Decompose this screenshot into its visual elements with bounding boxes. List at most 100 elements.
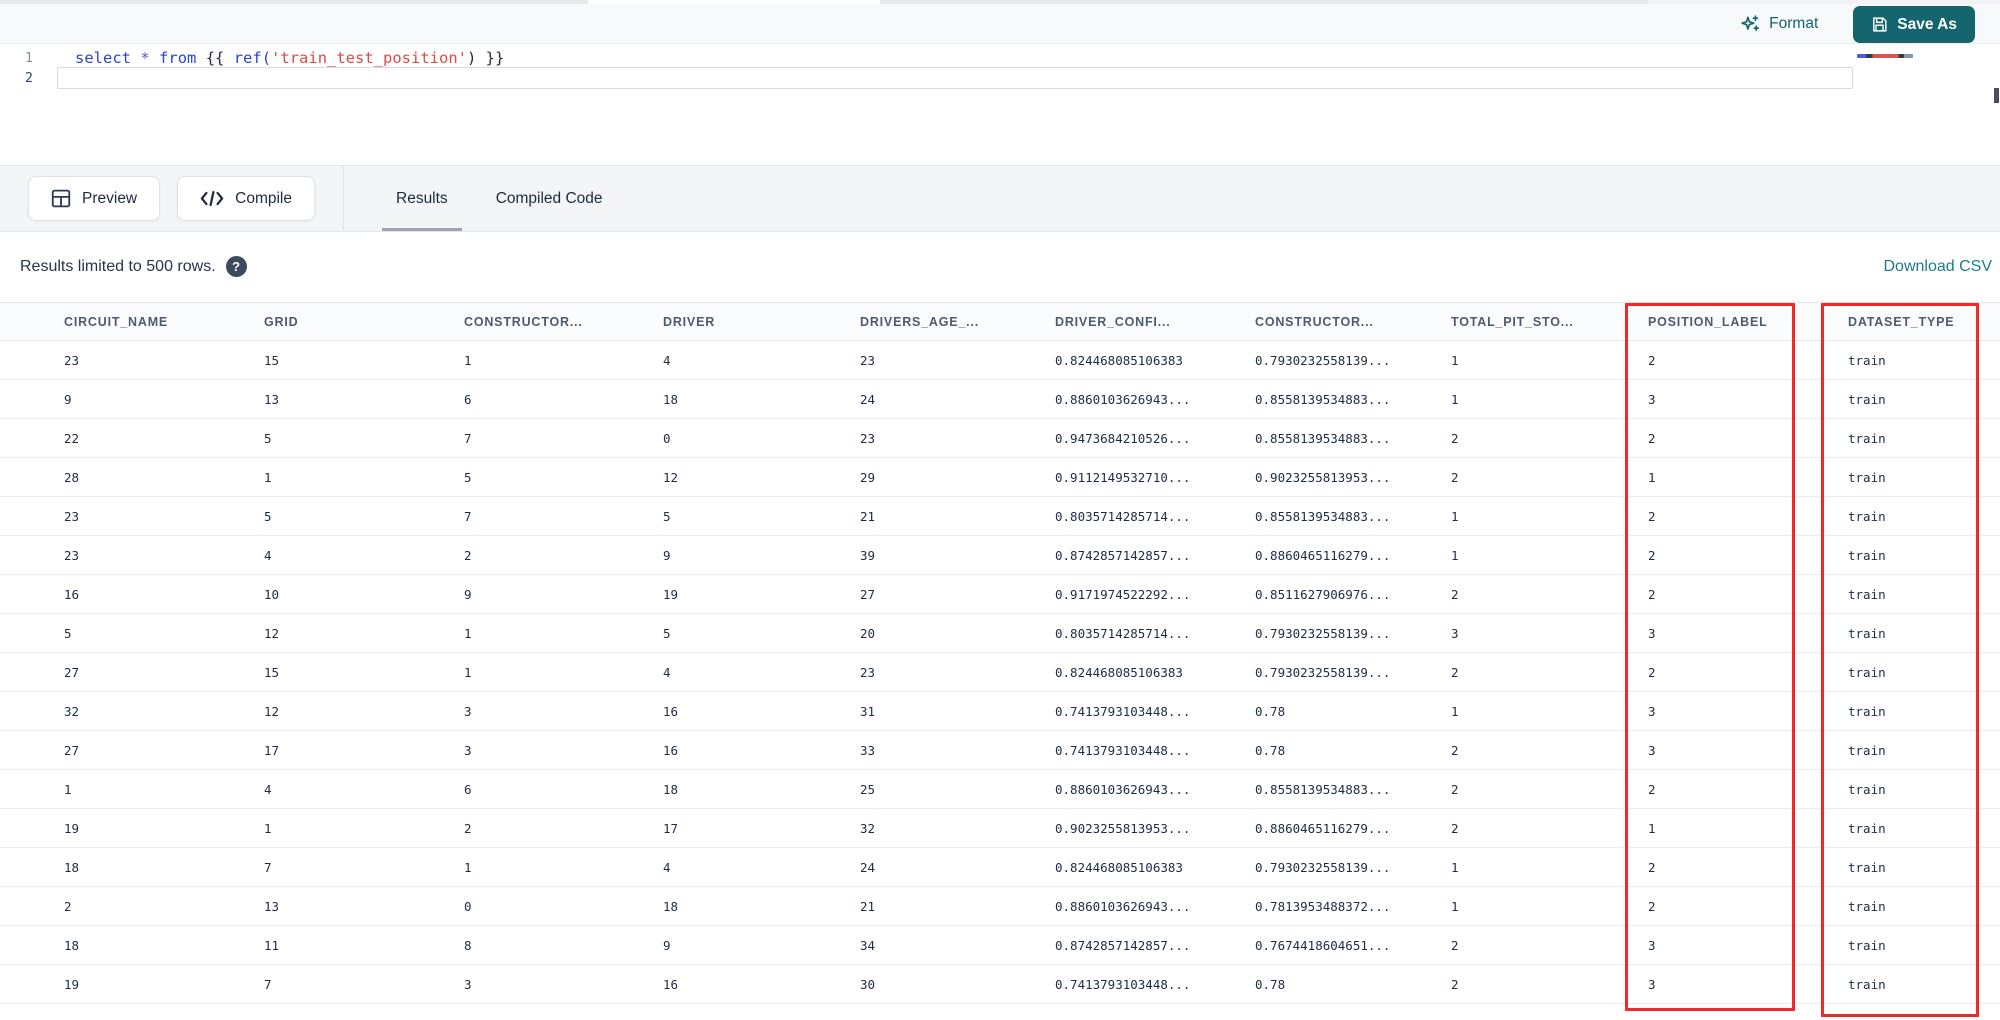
table-cell: 2 (1648, 508, 1656, 524)
table-cell: 19 (663, 586, 679, 602)
table-cell: 2 (1648, 859, 1656, 875)
table-cell: 0.78 (1255, 703, 1286, 719)
column-header: CIRCUIT_NAME (64, 314, 169, 329)
table-cell: 0.8742857142857... (1055, 937, 1191, 953)
table-cell: 1 (1451, 391, 1459, 407)
code-line: select * from {{ ref('train_test_positio… (75, 48, 504, 68)
table-cell: 0.824468085106383 (1055, 352, 1183, 368)
tab-compiled-code-label: Compiled Code (495, 189, 603, 207)
table-cell: train (1848, 820, 1886, 836)
table-cell: train (1848, 898, 1886, 914)
table-cell: 18 (64, 937, 80, 953)
table-cell: 27 (64, 664, 80, 680)
table-cell: 39 (860, 547, 876, 563)
table-row: 22 5 7 0 23 0.9473684210526... 0.8558139534883… (0, 419, 2000, 458)
table-cell: train (1848, 703, 1886, 719)
table-cell: 0.8558139534883... (1255, 508, 1391, 524)
table-cell: 9 (663, 937, 671, 953)
table-cell: train (1848, 469, 1886, 485)
table-cell: train (1848, 352, 1886, 368)
table-cell: 32 (860, 820, 876, 836)
tab-compiled-code[interactable]: Compiled Code (472, 166, 627, 231)
table-cell: 1 (64, 781, 72, 797)
compile-button[interactable]: Compile (177, 176, 315, 221)
format-button[interactable]: Format (1740, 14, 1818, 34)
table-cell: 0.8035714285714... (1055, 508, 1191, 524)
table-icon (51, 189, 71, 208)
table-cell: 2 (1451, 742, 1459, 758)
table-cell: 3 (464, 742, 472, 758)
column-header: GRID (264, 314, 299, 329)
table-row: 27 15 1 4 23 0.824468085106383 0.7930232558139… (0, 653, 2000, 692)
table-cell: 2 (464, 547, 472, 563)
preview-label: Preview (82, 189, 138, 207)
results-info-bar: Results limited to 500 rows. ? Download … (0, 233, 2000, 300)
table-cell: 8 (464, 937, 472, 953)
table-cell: 21 (860, 508, 876, 524)
download-csv-link[interactable]: Download CSV (1884, 258, 1993, 276)
table-cell: 1 (1451, 547, 1459, 563)
table-cell: 2 (464, 820, 472, 836)
preview-button[interactable]: Preview (28, 176, 161, 221)
table-cell: 0.7413793103448... (1055, 742, 1191, 758)
table-cell: 0.78 (1255, 742, 1286, 758)
table-cell: 29 (860, 469, 876, 485)
table-row: 16 10 9 19 27 0.9171974522292... 0.85116279069… (0, 575, 2000, 614)
code-token: {{ (205, 49, 234, 67)
table-cell: 9 (464, 586, 472, 602)
table-cell: 2 (1451, 664, 1459, 680)
table-row: 27 17 3 16 33 0.7413793103448... 0.78 2 3 train (0, 731, 2000, 770)
table-cell: 25 (860, 781, 876, 797)
table-cell: 2 (1451, 781, 1459, 797)
table-cell: 0.7413793103448... (1055, 976, 1191, 992)
table-cell: 3 (1451, 625, 1459, 641)
table-cell: 0.8860103626943... (1055, 898, 1191, 914)
table-cell: 20 (860, 625, 876, 641)
table-cell: 1 (464, 625, 472, 641)
code-token: ref( (233, 49, 272, 67)
table-cell: 0.78 (1255, 976, 1286, 992)
table-cell: 2 (1648, 664, 1656, 680)
table-cell: 2 (1451, 937, 1459, 953)
table-cell: 9 (663, 547, 671, 563)
table-cell: 0.9473684210526... (1055, 430, 1191, 446)
table-row: 18 7 1 4 24 0.824468085106383 0.7930232558139.… (0, 848, 2000, 887)
table-cell: 3 (1648, 976, 1656, 992)
save-as-button[interactable]: Save As (1853, 6, 1975, 43)
table-cell: train (1848, 508, 1886, 524)
table-cell: 18 (64, 859, 80, 875)
table-cell: 28 (64, 469, 80, 485)
table-cell: train (1848, 976, 1886, 992)
table-cell: 3 (464, 703, 472, 719)
table-cell: 2 (1648, 586, 1656, 602)
table-cell: 17 (663, 820, 679, 836)
tab-results[interactable]: Results (372, 166, 472, 231)
table-cell: 31 (860, 703, 876, 719)
line-number-1: 1 (24, 50, 33, 66)
table-cell: 27 (64, 742, 80, 758)
table-cell: 2 (1648, 547, 1656, 563)
table-cell: 0.9171974522292... (1055, 586, 1191, 602)
column-header: DRIVER (663, 314, 716, 329)
table-cell: 0.7930232558139... (1255, 859, 1391, 875)
results-table: CIRCUIT_NAME GRID CONSTRUCTOR... DRIVER DRIV… (0, 302, 2000, 1004)
table-cell: train (1848, 547, 1886, 563)
scrollbar[interactable] (1994, 88, 1999, 103)
table-cell: train (1848, 586, 1886, 602)
table-cell: 4 (663, 352, 671, 368)
code-token: ) (467, 49, 477, 67)
table-cell: 2 (1648, 898, 1656, 914)
active-line-highlight (57, 67, 1853, 89)
column-header: DRIVERS_AGE_... (860, 314, 979, 329)
table-cell: 0.8558139534883... (1255, 430, 1391, 446)
format-label: Format (1769, 14, 1819, 32)
table-cell: 0.8860103626943... (1055, 781, 1191, 797)
code-editor[interactable]: 1 2 select * from {{ ref('train_test_pos… (0, 45, 2000, 165)
minimap[interactable] (1857, 54, 1913, 58)
dbt-ide-page: Format Save As 1 2 select * from {{ ref(… (0, 0, 2000, 1020)
table-row: 23 4 2 9 39 0.8742857142857... 0.8860465116279… (0, 536, 2000, 575)
table-cell: 1 (264, 469, 272, 485)
table-cell: 34 (860, 937, 876, 953)
table-cell: 1 (1648, 469, 1656, 485)
help-icon[interactable]: ? (225, 256, 247, 277)
